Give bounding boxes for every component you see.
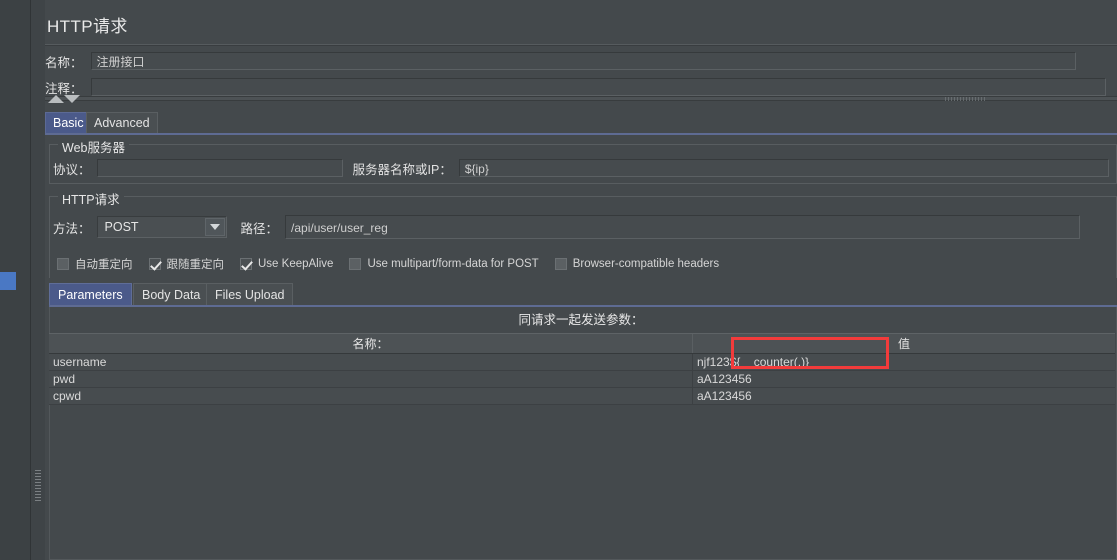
checkbox-use-keepalive[interactable]: Use KeepAlive [240,258,333,270]
checkbox-box[interactable] [148,258,161,270]
checkbox-use-multipart[interactable]: Use multipart/form-data for POST [349,258,539,270]
comment-input[interactable] [90,78,1106,96]
comment-row: 注释： [45,76,1117,98]
method-path-row: 方法： POST 路径： /api/user/user_reg [53,215,1081,239]
server-input[interactable]: ${ip} [458,159,1109,177]
checkbox-label: 跟随重定向 [166,259,225,271]
table-row[interactable]: cpwd aA123456 [49,388,1115,405]
triangle-down-icon[interactable] [64,95,80,103]
column-header-name[interactable]: 名称： [49,334,693,353]
web-server-group-title: Web服务器 [58,137,129,156]
cell-param-name[interactable]: pwd [49,371,693,387]
http-request-group-title: HTTP请求 [58,189,124,208]
checkbox-label: 自动重定向 [75,259,133,271]
tab-basic[interactable]: Basic [45,112,92,133]
cell-param-value[interactable]: njf123${__counter(,)} [693,354,1115,370]
http-request-panel: HTTP请求 名称： 注册接口 注释： Basic Advanced Web服务… [45,0,1117,560]
protocol-label: 协议： [53,162,91,177]
triangle-up-icon[interactable] [48,95,64,103]
checkbox-box[interactable] [349,258,362,270]
checkbox-box[interactable] [57,258,69,270]
parameters-table: 名称： 值 username njf123${__counter(,)} pwd… [49,333,1115,405]
path-label: 路径： [240,221,279,236]
checkbox-redirect-automatically[interactable]: 自动重定向 [57,256,133,272]
checkbox-label: Use multipart/form-data for POST [367,258,539,270]
title-divider-2 [45,45,1117,46]
cell-param-name[interactable]: cpwd [49,388,693,404]
chevron-down-icon[interactable] [204,218,225,236]
path-input[interactable]: /api/user/user_reg [285,215,1081,239]
parameters-caption: 同请求一起发送参数： [518,313,644,327]
tab-parameters[interactable]: Parameters [49,283,132,305]
checkbox-follow-redirects[interactable]: 跟随重定向 [148,256,225,272]
grip-dots-icon[interactable] [945,97,985,101]
name-input[interactable]: 注册接口 [90,52,1076,70]
collapse-arrows[interactable] [48,93,82,105]
protocol-input[interactable] [96,159,343,177]
checkbox-box[interactable] [554,258,567,270]
page-title: HTTP请求 [47,17,128,36]
tab-files-upload[interactable]: Files Upload [206,283,294,305]
top-tab-bar: Basic Advanced [45,112,1117,134]
web-server-row: 协议： 服务器名称或IP： ${ip} [53,157,1109,179]
table-row[interactable]: username njf123${__counter(,)} [49,354,1115,371]
checkbox-label: Use KeepAlive [258,258,334,270]
method-dropdown[interactable]: POST [96,216,227,238]
tab-advanced[interactable]: Advanced [86,112,158,133]
checkbox-browser-compatible-headers[interactable]: Browser-compatible headers [554,258,720,270]
cell-param-name[interactable]: username [49,354,693,370]
table-header-row: 名称： 值 [49,333,1115,354]
table-row[interactable]: pwd aA123456 [49,371,1115,388]
tab-body-data[interactable]: Body Data [133,283,210,305]
checkbox-box[interactable] [240,258,252,270]
method-label: 方法： [53,221,91,236]
http-options-row: 自动重定向 跟随重定向 Use KeepAlive Use multipart/… [57,255,735,273]
method-value: POST [104,220,139,234]
top-tab-underline [45,133,1117,135]
tree-selected-node-indicator[interactable] [0,272,16,290]
name-label: 名称： [45,55,83,70]
cell-param-value[interactable]: aA123456 [693,371,1115,387]
grip-dots-icon[interactable] [35,470,41,502]
name-row: 名称： 注册接口 [45,50,1117,72]
cell-param-value[interactable]: aA123456 [693,388,1115,404]
server-label: 服务器名称或IP： [352,162,452,177]
checkbox-label: Browser-compatible headers [572,258,720,270]
left-splitter[interactable] [30,0,46,560]
left-tree-rail [0,0,30,560]
lower-tab-bar: Parameters Body Data Files Upload [49,283,1117,306]
column-header-value[interactable]: 值 [693,334,1115,353]
